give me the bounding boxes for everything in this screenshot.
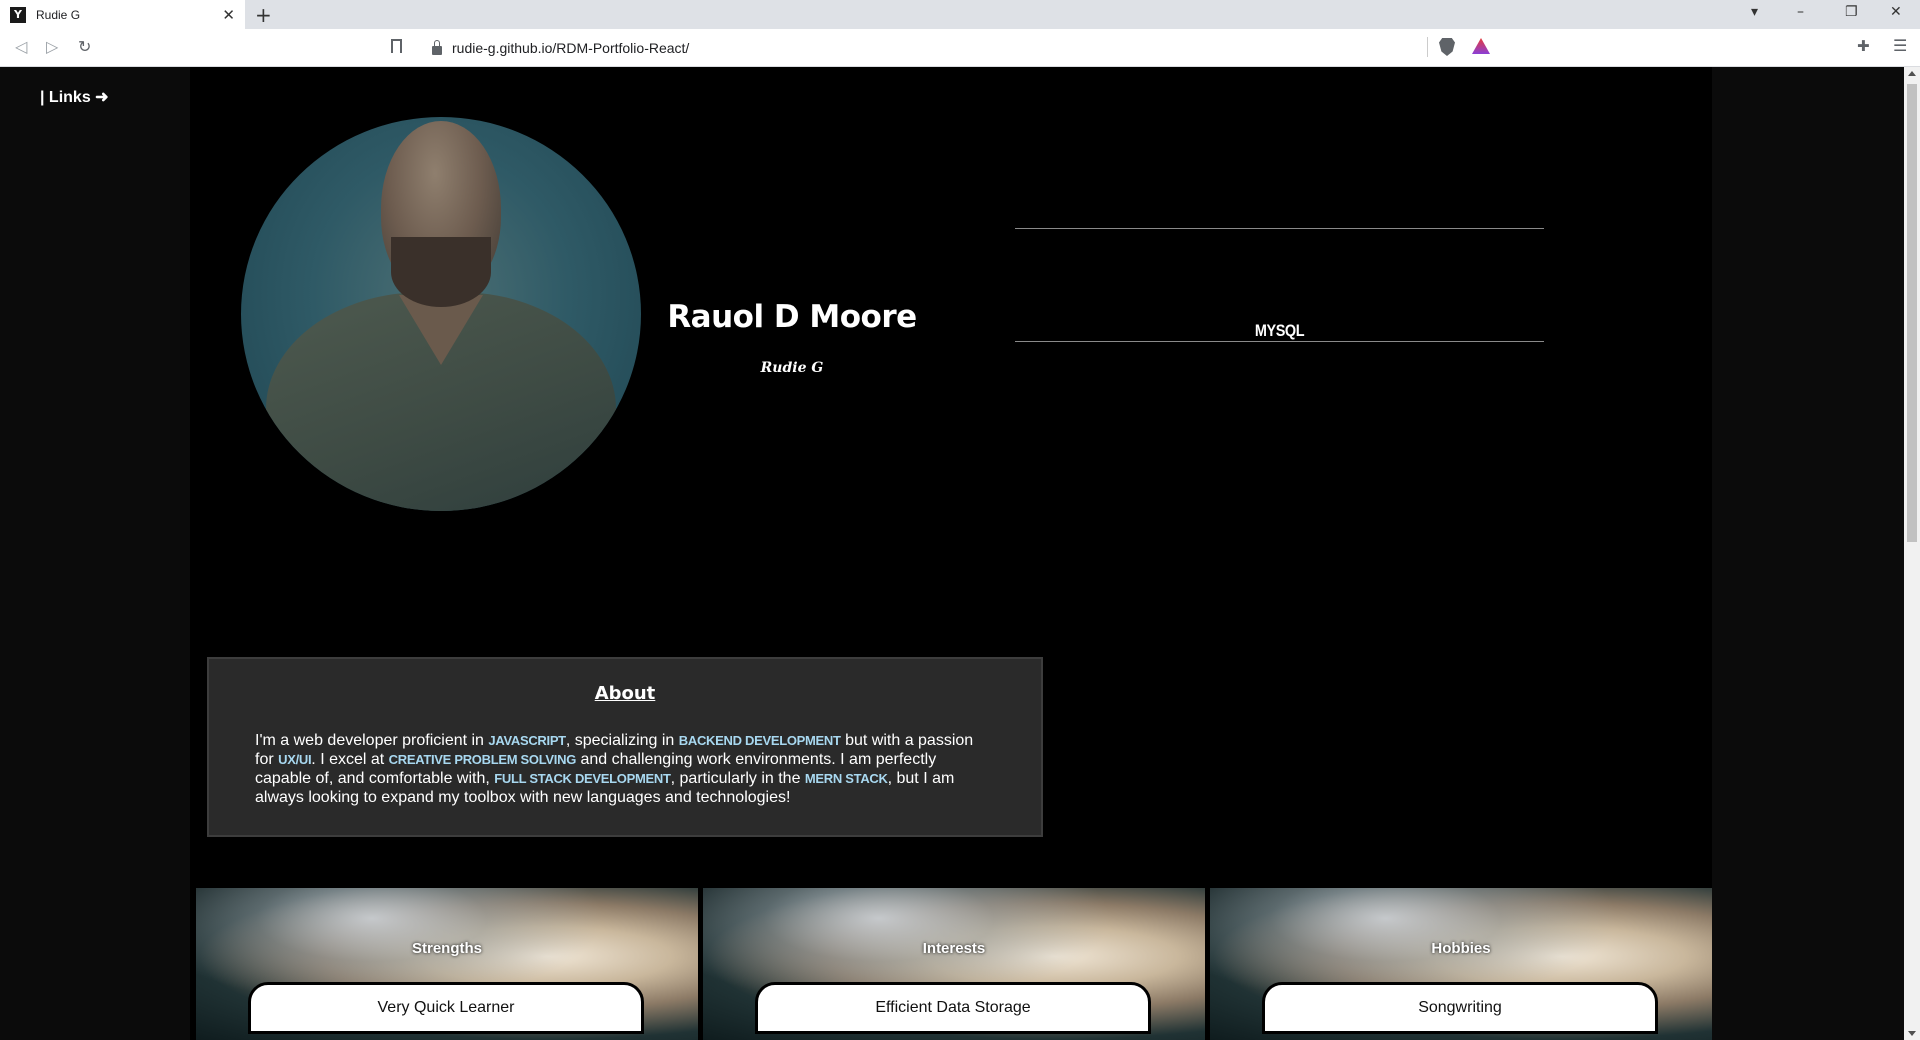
url-text: rudie-g.github.io/RDM-Portfolio-React/ — [452, 40, 690, 56]
tab-strip: Y Rudie G ✕ + ▾ – ❐ ✕ — [0, 0, 1920, 29]
scroll-down-icon[interactable] — [1908, 1031, 1916, 1036]
about-title: About — [594, 683, 656, 704]
restore-icon[interactable]: ❐ — [1845, 4, 1858, 20]
browser-toolbar: ◁ ▷ ↻ rudie-g.github.io/RDM-Portfolio-Re… — [0, 29, 1920, 67]
sidebar: | Links ➜ — [0, 67, 190, 1040]
browser-tab[interactable]: Y Rudie G ✕ — [0, 0, 245, 29]
page-scrollbar[interactable] — [1904, 67, 1920, 1040]
new-tab-icon[interactable]: + — [255, 3, 272, 27]
interests-card[interactable]: Interests Efficient Data Storage — [703, 888, 1205, 1040]
window-close-icon[interactable]: ✕ — [1890, 4, 1902, 20]
hobbies-card[interactable]: Hobbies Songwriting — [1210, 888, 1712, 1040]
back-icon[interactable]: ◁ — [15, 37, 27, 56]
card-value: Songwriting — [1262, 982, 1658, 1034]
scroll-up-icon[interactable] — [1908, 71, 1916, 76]
highlight: UX/UI — [278, 752, 312, 767]
tab-title: Rudie G — [36, 7, 81, 22]
avatar — [241, 117, 641, 511]
card-title: Strengths — [411, 940, 482, 957]
highlight: MERN STACK — [804, 771, 888, 786]
profile-name: Rauol D Moore — [667, 299, 917, 335]
extensions-icon[interactable]: ✚ — [1857, 37, 1870, 55]
strengths-card[interactable]: Strengths Very Quick Learner — [196, 888, 698, 1040]
lock-icon — [432, 39, 442, 55]
close-tab-icon[interactable]: ✕ — [222, 6, 235, 24]
links-toggle-button[interactable]: | Links ➜ — [40, 87, 109, 107]
reload-icon[interactable]: ↻ — [78, 37, 91, 56]
highlight: FULL STACK DEVELOPMENT — [494, 771, 671, 786]
highlight: BACKEND DEVELOPMENT — [678, 733, 841, 748]
highlight: CREATIVE PROBLEM SOLVING — [388, 752, 577, 767]
address-bar[interactable]: rudie-g.github.io/RDM-Portfolio-React/ — [428, 34, 1498, 62]
scrollbar-thumb[interactable] — [1907, 84, 1917, 542]
skill-ticker: MYSQL — [1015, 228, 1544, 342]
card-title: Interests — [922, 940, 986, 957]
card-title: Hobbies — [1431, 940, 1491, 957]
highlight: JAVASCRIPT — [488, 733, 566, 748]
minimize-icon[interactable]: – — [1797, 4, 1804, 20]
profile-nickname: Rudie G — [760, 360, 824, 376]
right-margin — [1712, 67, 1904, 1040]
skill-label: MYSQL — [1254, 321, 1305, 340]
menu-icon[interactable]: ☰ — [1893, 36, 1907, 55]
about-section: About I'm a web developer proficient in … — [207, 657, 1043, 837]
card-value: Efficient Data Storage — [755, 982, 1151, 1034]
card-value: Very Quick Learner — [248, 982, 644, 1034]
forward-icon[interactable]: ▷ — [46, 37, 58, 56]
site-favicon-icon: Y — [10, 6, 26, 23]
tab-search-icon[interactable]: ▾ — [1751, 4, 1758, 20]
about-text: I'm a web developer proficient in JAVASC… — [255, 732, 974, 806]
divider — [1427, 37, 1428, 57]
avatar-beard — [391, 237, 491, 307]
bookmark-icon[interactable] — [391, 39, 402, 53]
